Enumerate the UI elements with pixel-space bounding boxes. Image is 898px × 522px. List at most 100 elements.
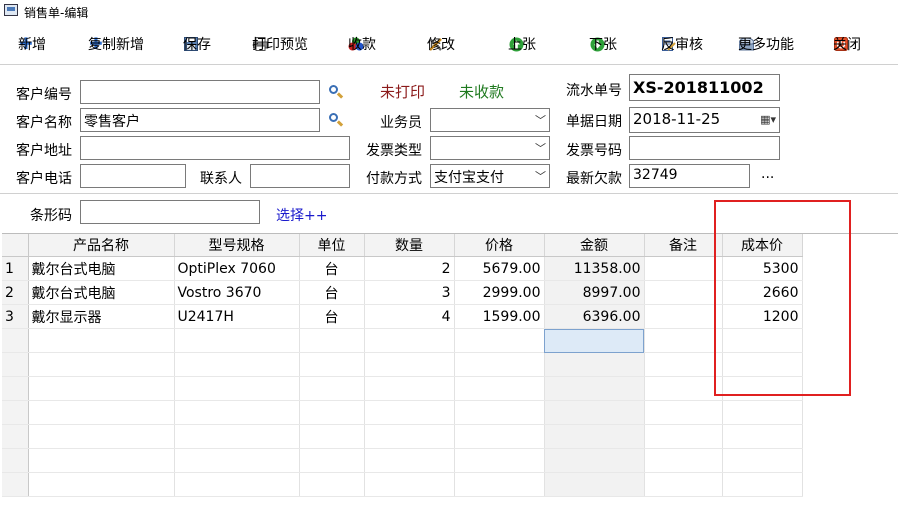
cell-qty[interactable]: 4	[364, 304, 455, 329]
table-row-empty[interactable]	[2, 328, 803, 353]
collect-status-label: 未收款	[459, 83, 505, 101]
invoice-no-input[interactable]	[629, 136, 780, 160]
contact-label: 联系人	[200, 171, 242, 187]
cell-amount[interactable]: 11358.00	[544, 256, 645, 281]
cell-unit[interactable]: 台	[299, 280, 365, 305]
cell-model[interactable]: OptiPlex 7060	[174, 256, 300, 281]
date-picker[interactable]: 2018-11-25 ▦▾	[629, 107, 780, 133]
cell-note[interactable]	[644, 256, 723, 281]
payment-select[interactable]: 支付宝支付 ﹀	[430, 164, 550, 188]
cell-cost[interactable]: 2660	[722, 280, 803, 305]
customer-no-input[interactable]	[80, 80, 320, 104]
cell-name[interactable]: 戴尔台式电脑	[28, 256, 175, 281]
salesman-select[interactable]: ﹀	[430, 108, 550, 132]
cell-note[interactable]	[644, 280, 723, 305]
col-header-unit[interactable]: 单位	[299, 234, 365, 257]
row-number: 1	[2, 256, 29, 281]
salesman-label: 业务员	[380, 115, 422, 131]
print-preview-button[interactable]: 打印预览	[252, 34, 308, 54]
window-title: 销售单-编辑	[24, 6, 89, 20]
col-header-name[interactable]: 产品名称	[28, 234, 175, 257]
close-button[interactable]: 关闭	[833, 34, 861, 54]
debt-more-button[interactable]: ...	[761, 166, 774, 182]
toolbar: ✚ 新增 ✚ 复制新增 保存 打印预览 收款 修改 上张 下张 反审核 更多功能 关…	[0, 28, 898, 60]
table-row-empty[interactable]	[2, 472, 803, 497]
form-divider	[0, 193, 898, 194]
prev-button[interactable]: 上张	[508, 34, 536, 54]
customer-name-input[interactable]: 零售客户	[80, 108, 320, 132]
app-icon	[4, 4, 18, 16]
cell-name[interactable]: 戴尔台式电脑	[28, 280, 175, 305]
serial-label: 流水单号	[566, 83, 622, 99]
debt-label: 最新欠款	[566, 171, 622, 187]
contact-input[interactable]	[250, 164, 350, 188]
more-functions-button[interactable]: 更多功能	[738, 34, 794, 54]
product-table: 产品名称 型号规格 单位 数量 价格 金额 备注 成本价 1 戴尔台式电脑 Op…	[2, 233, 898, 522]
table-row[interactable]: 2 戴尔台式电脑 Vostro 3670 台 3 2999.00 8997.00…	[2, 280, 803, 305]
cell-amount[interactable]: 8997.00	[544, 280, 645, 305]
row-number-header	[2, 234, 29, 257]
table-row[interactable]: 1 戴尔台式电脑 OptiPlex 7060 台 2 5679.00 11358…	[2, 256, 803, 281]
table-row-empty[interactable]	[2, 424, 803, 449]
customer-no-lookup-icon[interactable]	[328, 84, 344, 100]
serial-input[interactable]: XS-201811002	[629, 74, 780, 101]
collect-button[interactable]: 收款	[348, 34, 376, 54]
customer-addr-input[interactable]	[80, 136, 350, 160]
invoice-no-label: 发票号码	[566, 143, 622, 159]
cell-price[interactable]: 1599.00	[454, 304, 545, 329]
calendar-icon[interactable]: ▦▾	[760, 113, 776, 126]
cell-cost[interactable]: 5300	[722, 256, 803, 281]
toolbar-divider	[0, 64, 898, 65]
table-header-row: 产品名称 型号规格 单位 数量 价格 金额 备注 成本价	[2, 234, 803, 257]
data-table: 产品名称 型号规格 单位 数量 价格 金额 备注 成本价 1 戴尔台式电脑 Op…	[2, 234, 803, 497]
cell-qty[interactable]: 2	[364, 256, 455, 281]
col-header-amount[interactable]: 金额	[544, 234, 645, 257]
cell-price[interactable]: 5679.00	[454, 256, 545, 281]
barcode-input[interactable]	[80, 200, 260, 224]
col-header-cost[interactable]: 成本价	[722, 234, 803, 257]
table-row[interactable]: 3 戴尔显示器 U2417H 台 4 1599.00 6396.00 1200	[2, 304, 803, 329]
cell-note[interactable]	[644, 304, 723, 329]
chevron-down-icon[interactable]: ﹀	[535, 168, 546, 184]
customer-no-label: 客户编号	[16, 87, 72, 103]
print-status-label: 未打印	[380, 83, 426, 101]
save-button[interactable]: 保存	[183, 34, 211, 54]
table-row-empty[interactable]	[2, 352, 803, 377]
col-header-qty[interactable]: 数量	[364, 234, 455, 257]
modify-button[interactable]: 修改	[427, 34, 455, 54]
cell-name[interactable]: 戴尔显示器	[28, 304, 175, 329]
cell-unit[interactable]: 台	[299, 304, 365, 329]
payment-label: 付款方式	[366, 171, 422, 187]
unaudit-button[interactable]: 反审核	[661, 34, 703, 54]
table-row-empty[interactable]	[2, 400, 803, 425]
chevron-down-icon[interactable]: ﹀	[535, 112, 546, 128]
debt-input[interactable]: 32749	[629, 164, 750, 188]
select-link[interactable]: 选择++	[276, 205, 327, 225]
cell-unit[interactable]: 台	[299, 256, 365, 281]
table-row-empty[interactable]	[2, 376, 803, 401]
cell-model[interactable]: Vostro 3670	[174, 280, 300, 305]
invoice-type-select[interactable]: ﹀	[430, 136, 550, 160]
add-button[interactable]: ✚ 新增	[18, 34, 46, 54]
customer-phone-input[interactable]	[80, 164, 186, 188]
customer-phone-label: 客户电话	[16, 171, 72, 187]
chevron-down-icon[interactable]: ﹀	[535, 140, 546, 156]
date-label: 单据日期	[566, 114, 622, 130]
row-number: 3	[2, 304, 29, 329]
next-button[interactable]: 下张	[589, 34, 617, 54]
cell-qty[interactable]: 3	[364, 280, 455, 305]
col-header-price[interactable]: 价格	[454, 234, 545, 257]
selected-cell[interactable]	[544, 328, 645, 353]
cell-price[interactable]: 2999.00	[454, 280, 545, 305]
table-row-empty[interactable]	[2, 448, 803, 473]
cell-cost[interactable]: 1200	[722, 304, 803, 329]
title-bar: 销售单-编辑	[0, 0, 898, 24]
col-header-model[interactable]: 型号规格	[174, 234, 300, 257]
cell-model[interactable]: U2417H	[174, 304, 300, 329]
col-header-note[interactable]: 备注	[644, 234, 723, 257]
copy-add-button[interactable]: ✚ 复制新增	[88, 34, 144, 54]
row-number: 2	[2, 280, 29, 305]
customer-name-lookup-icon[interactable]	[328, 112, 344, 128]
customer-name-label: 客户名称	[16, 115, 72, 131]
cell-amount[interactable]: 6396.00	[544, 304, 645, 329]
